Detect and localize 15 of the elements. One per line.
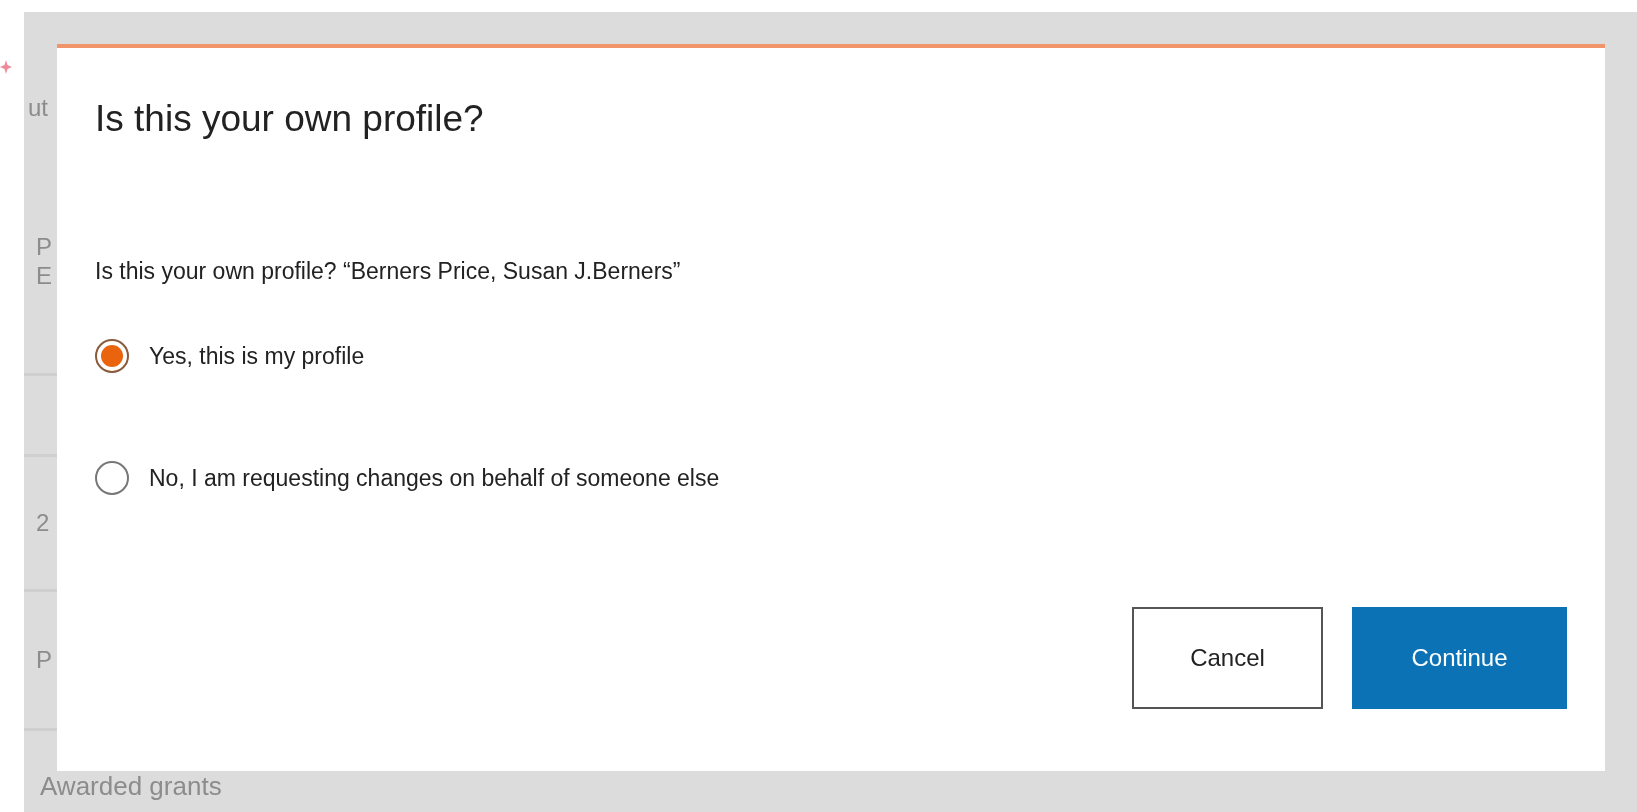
radio-button[interactable] [95,339,129,373]
cancel-button[interactable]: Cancel [1132,607,1323,709]
background-text: E [35,261,52,291]
option-label: No, I am requesting changes on behalf of someone else [149,464,720,492]
background-text: 2 [35,508,50,538]
dialog-title: Is this your own profile? [95,98,485,140]
radio-button[interactable] [95,461,129,495]
background-text: ut [27,94,48,123]
background-text: P [35,645,52,675]
background-text: P [35,232,52,262]
asterisk-icon [0,60,12,74]
continue-button[interactable]: Continue [1352,607,1567,709]
question-text: Is this your own profile? “Berners Price, Susan J.Berners” [95,258,682,285]
option-label: Yes, this is my profile [149,342,365,370]
section-heading: Awarded grants [40,771,222,801]
